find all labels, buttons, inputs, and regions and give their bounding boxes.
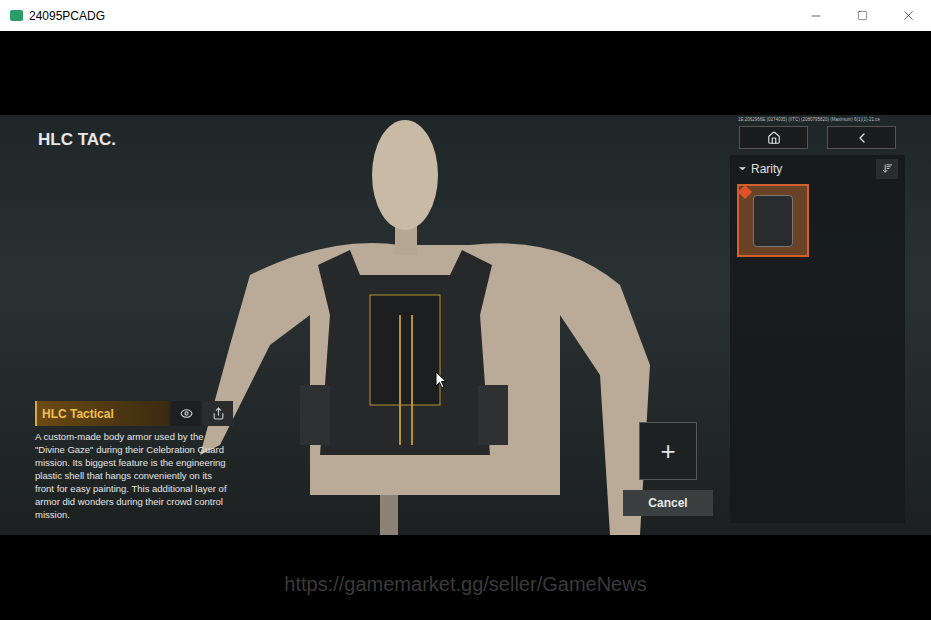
close-icon [901,8,916,23]
close-button[interactable] [885,0,931,31]
screen-title: HLC TAC. [38,127,238,153]
watermark: https://gamemarket.gg/seller/GameNews [284,569,646,599]
app-icon [10,10,23,21]
maximize-button[interactable] [839,0,885,31]
add-button[interactable]: + [639,422,697,480]
preview-button[interactable] [171,401,201,426]
title-bar: 24095PCADG [0,0,931,31]
game-view: HLC TAC. HLC Tactical A custom-made body a… [0,115,931,535]
home-icon [767,131,781,145]
item-thumbnail[interactable] [737,184,809,257]
sort-button[interactable] [876,159,898,179]
item-list-panel: Rarity [730,155,905,523]
window-title: 24095PCADG [29,7,105,25]
sort-icon [882,163,893,174]
app-window: 24095PCADG HLC TAC. HLC Tactical A custom-m… [0,0,931,620]
cancel-button[interactable]: Cancel [623,490,713,516]
vest-thumbnail-icon [753,195,793,247]
item-detail: HLC Tactical A custom-made body armor use… [35,401,238,521]
back-button[interactable] [827,126,896,149]
eye-icon [180,407,193,420]
back-icon [854,130,870,146]
share-icon [212,407,225,420]
home-button[interactable] [739,126,808,149]
maximize-icon [857,10,868,21]
item-name-label: HLC Tactical [35,401,169,426]
right-panel: 1E:2062966E (0274035) (IITC) (2080795820… [730,115,905,535]
left-panel: HLC TAC. HLC Tactical A custom-made body a… [38,115,238,535]
minimize-button[interactable] [793,0,839,31]
rarity-badge [738,185,752,199]
cursor-icon [435,371,447,389]
expand-icon [737,163,748,174]
share-button[interactable] [203,401,233,426]
item-description: A custom-made body armor used by the "Di… [35,430,231,521]
debug-info: 1E:2062966E (0274035) (IITC) (2080795820… [730,115,905,125]
minimize-icon [809,9,823,23]
rarity-filter[interactable]: Rarity [737,160,782,178]
